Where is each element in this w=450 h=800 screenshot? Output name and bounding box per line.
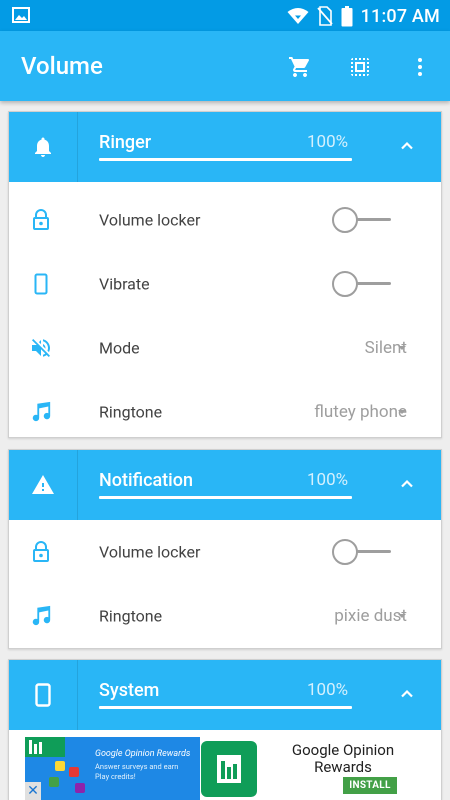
notification-ringtone-row[interactable]: Ringtone pixie dust xyxy=(9,584,441,648)
chevron-up-icon[interactable] xyxy=(395,682,419,706)
dropdown-arrow-icon[interactable] xyxy=(398,346,406,350)
wifi-icon xyxy=(287,7,309,25)
notification-card: Notification 100% Volume locker Ringtone… xyxy=(8,449,442,649)
ringer-vibrate-row[interactable]: Vibrate xyxy=(9,252,441,316)
app-bar: Volume xyxy=(0,31,450,101)
ringer-card: Ringer 100% Volume locker Vibrate Mode S… xyxy=(8,111,442,438)
ad-title[interactable]: Google Opinion Rewards xyxy=(273,742,413,776)
vibrate-toggle[interactable] xyxy=(330,269,392,299)
system-percent: 100% xyxy=(307,680,349,700)
ad-app-icon-large[interactable] xyxy=(201,741,257,797)
notification-volume-slider[interactable] xyxy=(99,496,352,499)
ringer-header[interactable]: Ringer 100% xyxy=(9,112,441,182)
ad-banner-title: Google Opinion Rewards xyxy=(95,749,191,759)
warning-icon xyxy=(9,450,78,520)
ringer-label: Ringer xyxy=(99,132,152,153)
vibrate-label: Vibrate xyxy=(99,274,150,294)
ringtone-label: Ringtone xyxy=(99,402,163,422)
ad-app-icon xyxy=(25,737,65,757)
ad-close-icon[interactable]: ✕ xyxy=(25,782,41,800)
system-volume-slider[interactable] xyxy=(99,706,352,709)
ad-image[interactable]: Google Opinion Rewards Answer surveys an… xyxy=(25,737,200,800)
ringer-ringtone-row[interactable]: Ringtone flutey phone xyxy=(9,380,441,444)
music-note-icon xyxy=(29,400,53,424)
ad-banner-text: Answer surveys and earn Play credits! xyxy=(95,762,179,781)
ringer-volume-slider[interactable] xyxy=(99,158,352,161)
dropdown-arrow-icon[interactable] xyxy=(398,410,406,414)
volume-locker-label: Volume locker xyxy=(99,542,201,562)
chevron-up-icon[interactable] xyxy=(395,472,419,496)
ringtone-label: Ringtone xyxy=(99,606,163,626)
volume-off-icon xyxy=(29,336,53,360)
battery-icon xyxy=(341,5,353,27)
volume-locker-label: Volume locker xyxy=(99,210,201,230)
ringtone-dropdown[interactable]: flutey phone xyxy=(314,402,407,422)
vibrate-icon xyxy=(29,272,53,296)
volume-locker-toggle[interactable] xyxy=(330,205,392,235)
ad-banner[interactable]: Google Opinion Rewards Answer surveys an… xyxy=(25,737,426,800)
phone-icon xyxy=(9,660,78,730)
dropdown-arrow-icon[interactable] xyxy=(398,614,406,618)
volume-locker-toggle[interactable] xyxy=(330,537,392,567)
ringer-percent: 100% xyxy=(307,132,349,152)
lock-icon xyxy=(29,208,53,232)
system-label: System xyxy=(99,680,160,701)
notification-header[interactable]: Notification 100% xyxy=(9,450,441,520)
ringtone-dropdown[interactable]: pixie dust xyxy=(334,606,407,626)
chevron-up-icon[interactable] xyxy=(395,134,419,158)
no-sim-icon xyxy=(316,6,333,26)
system-header[interactable]: System 100% xyxy=(9,660,441,730)
status-bar: 11:07 AM xyxy=(0,0,450,31)
select-all-icon[interactable] xyxy=(347,54,373,80)
bell-icon xyxy=(9,112,78,182)
mode-label: Mode xyxy=(99,338,140,358)
notification-volume-locker-row[interactable]: Volume locker xyxy=(9,520,441,584)
clock-time: 11:07 AM xyxy=(360,5,440,27)
notification-label: Notification xyxy=(99,470,193,491)
music-note-icon xyxy=(29,604,53,628)
image-notification-icon xyxy=(12,7,30,23)
page-title: Volume xyxy=(21,52,103,80)
ringer-mode-row[interactable]: Mode Silent xyxy=(9,316,441,380)
ringer-volume-locker-row[interactable]: Volume locker xyxy=(9,188,441,252)
ad-install-button[interactable]: INSTALL xyxy=(343,777,397,794)
more-vert-icon[interactable] xyxy=(407,54,433,80)
lock-icon xyxy=(29,540,53,564)
notification-percent: 100% xyxy=(307,470,349,490)
cart-icon[interactable] xyxy=(287,54,313,80)
